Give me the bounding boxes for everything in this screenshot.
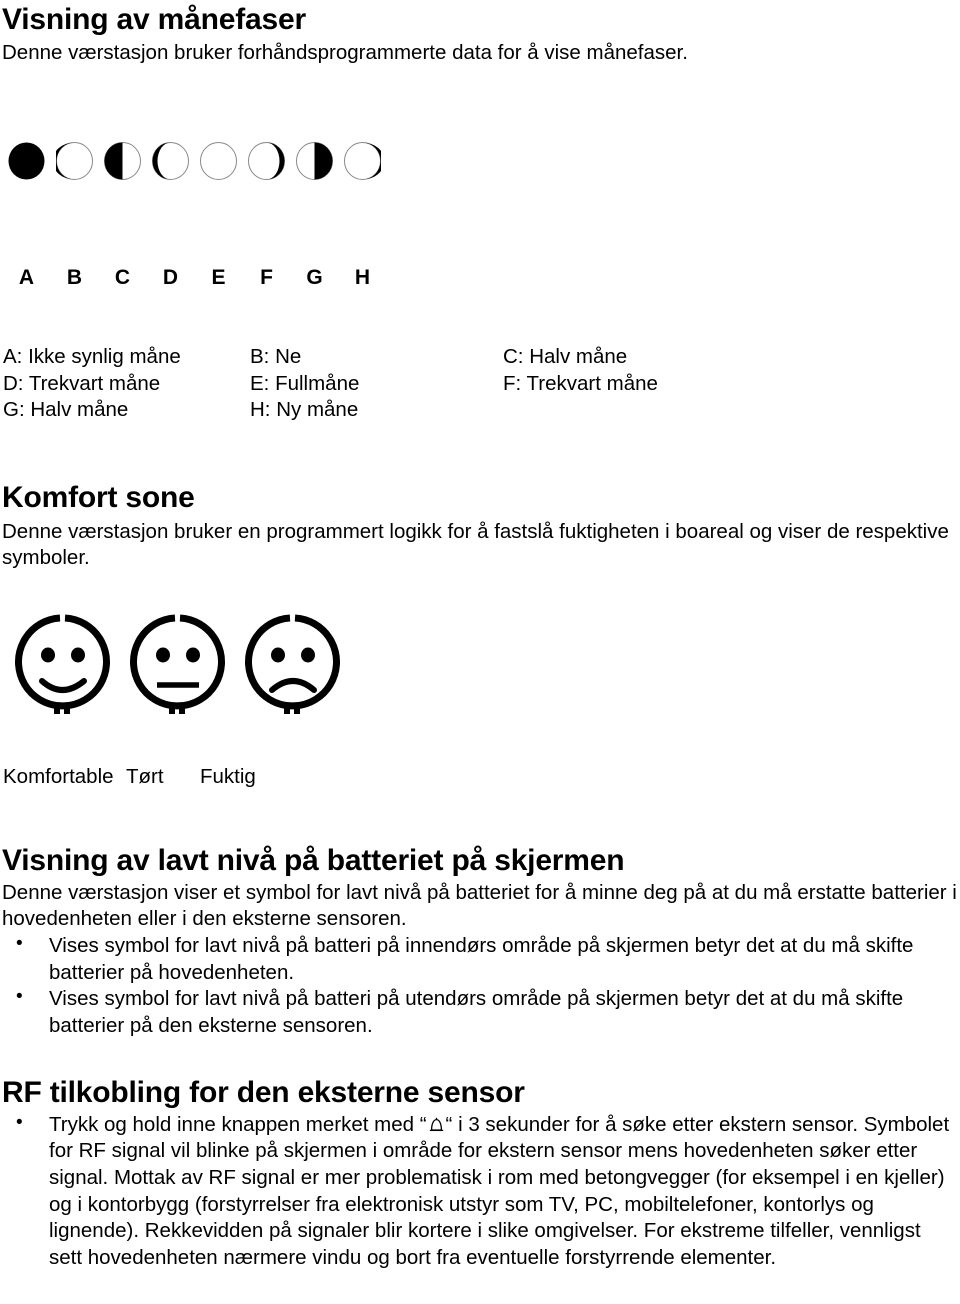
section-intro-moon-phases: Denne værstasjon bruker forhåndsprogramm… xyxy=(2,40,688,64)
legend-entry: H: Ny måne xyxy=(250,398,359,422)
section-intro-battery-low: Denne værstasjon viser et symbol for lav… xyxy=(2,880,957,931)
legend-entry: A: Ikke synlig måne xyxy=(3,345,181,368)
bullet-marker-icon: • xyxy=(16,1111,23,1133)
moon-half-right-dark-icon xyxy=(296,142,333,180)
bell-icon xyxy=(428,1117,445,1134)
legend-entry xyxy=(503,397,803,424)
moon-new-dark-2-icon xyxy=(344,142,381,180)
moon-phase-icon-row xyxy=(8,142,381,180)
list-item: • Vises symbol for lavt nivå på batteri … xyxy=(2,933,958,986)
comfort-face-label: Tørt xyxy=(126,765,164,788)
moon-phase-letter: H xyxy=(354,266,371,289)
list-item-text: Vises symbol for lavt nivå på batteri på… xyxy=(49,934,914,984)
list-item-text: Vises symbol for lavt nivå på batteri på… xyxy=(49,987,904,1037)
legend-entry: C: Halv måne xyxy=(503,345,628,368)
legend-entry: D: Trekvart måne xyxy=(3,371,161,395)
rf-bullet-list: • Trykk og hold inne knappen merket med “… xyxy=(2,1112,958,1272)
section-intro-comfort-zone: Denne værstasjon bruker en programmert l… xyxy=(2,519,949,570)
legend-entry: F: Trekvart måne xyxy=(503,371,658,395)
comfort-face-label-row: Komfortable Tørt Fuktig xyxy=(3,765,256,789)
battery-bullet-list: • Vises symbol for lavt nivå på batteri … xyxy=(2,933,958,1040)
legend-entry: B: Ne xyxy=(250,345,302,368)
moon-phase-letter: D xyxy=(162,266,179,289)
list-item: • Trykk og hold inne knappen merket med “… xyxy=(2,1112,958,1272)
moon-waxing-crescent-dark-icon xyxy=(56,142,93,180)
moon-waxing-crescent-right-dark-icon xyxy=(248,142,285,180)
face-sad-icon xyxy=(238,614,353,714)
section-heading-comfort-zone: Komfort sone xyxy=(2,481,195,514)
section-rf-connection: RF tilkobling for den eksterne sensor • T… xyxy=(2,1077,958,1272)
section-comfort-zone: Komfort sone Denne værstasjon bruker en … xyxy=(2,482,958,572)
legend-row: D: Trekvart måne E: Fullmåne F: Trekvart… xyxy=(3,371,903,398)
moon-phase-letter: F xyxy=(260,266,273,289)
moon-new-dark-icon xyxy=(8,142,45,180)
legend-row: G: Halv måne H: Ny måne xyxy=(3,397,903,424)
moon-waning-crescent-dark-icon xyxy=(152,142,189,180)
moon-phase-letter: E xyxy=(211,266,226,289)
section-battery-low: Visning av lavt nivå på batteriet på skj… xyxy=(2,845,958,1040)
moon-phase-letter: B xyxy=(66,266,83,289)
bullet-marker-icon: • xyxy=(16,986,23,1008)
moon-phase-letter: C xyxy=(114,266,131,289)
moon-phase-legend: A: Ikke synlig måne B: Ne C: Halv måne D… xyxy=(3,344,903,424)
legend-entry: G: Halv måne xyxy=(3,398,129,422)
moon-full-light-icon xyxy=(200,142,237,180)
section-heading-battery-low: Visning av lavt nivå på batteriet på skj… xyxy=(2,844,625,877)
document-page: Visning av månefaser Denne værstasjon br… xyxy=(0,0,960,1304)
moon-phase-letter: A xyxy=(18,266,35,289)
face-neutral-icon xyxy=(123,614,238,714)
section-heading-rf-connection: RF tilkobling for den eksterne sensor xyxy=(2,1076,525,1109)
list-item-text-before: Trykk og hold inne knappen merket med “ xyxy=(49,1112,427,1136)
comfort-face-label: Fuktig xyxy=(200,765,256,788)
comfort-face-icon-row xyxy=(8,614,353,714)
moon-phase-letter-row: A B C D E F G H xyxy=(8,266,381,290)
face-happy-icon xyxy=(8,614,123,714)
moon-half-left-dark-icon xyxy=(104,142,141,180)
legend-entry: E: Fullmåne xyxy=(250,371,360,395)
section-moon-phases: Visning av månefaser Denne værstasjon br… xyxy=(2,4,958,66)
comfort-face-label: Komfortable xyxy=(3,765,114,788)
list-item: • Vises symbol for lavt nivå på batteri … xyxy=(2,986,958,1039)
list-item-text-after: “ i 3 sekunder for å søke etter ekstern … xyxy=(49,1112,950,1269)
legend-row: A: Ikke synlig måne B: Ne C: Halv måne xyxy=(3,344,903,371)
bullet-marker-icon: • xyxy=(16,933,23,955)
moon-phase-letter: G xyxy=(306,266,323,289)
section-heading-moon-phases: Visning av månefaser xyxy=(2,3,306,36)
